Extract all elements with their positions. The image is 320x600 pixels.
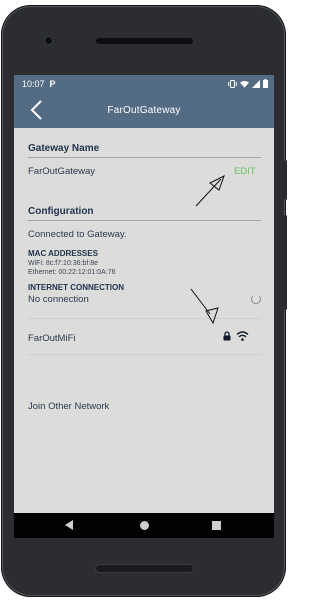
bottom-speaker (96, 565, 193, 572)
annotation-arrows (190, 174, 225, 325)
front-camera (45, 37, 52, 44)
screen: 10:07 P FarOutGateway Gateway Name FarOu… (14, 75, 274, 513)
power-button (284, 160, 287, 200)
nav-recents-icon[interactable] (212, 521, 221, 530)
earpiece-speaker (96, 38, 193, 44)
annotation-arrowhead-network (205, 307, 219, 325)
nav-home-icon[interactable] (139, 520, 150, 531)
annotation-arrow-edit (195, 178, 222, 207)
nav-back-icon[interactable] (65, 520, 74, 530)
system-nav-bar (14, 513, 274, 538)
volume-button (284, 215, 287, 310)
